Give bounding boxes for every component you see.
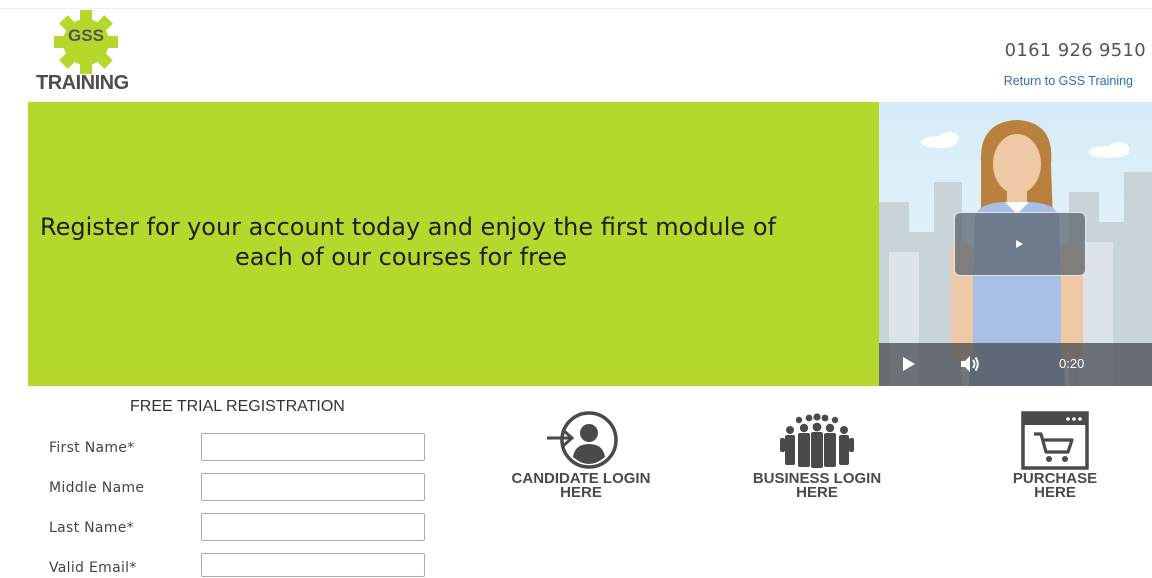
video-controls: 0:20 <box>879 343 1152 386</box>
candidate-login-button[interactable]: CANDIDATE LOGIN HERE <box>500 410 662 500</box>
business-group-icon <box>780 413 854 468</box>
play-icon[interactable] <box>903 357 915 371</box>
play-overlay-icon <box>1016 240 1023 248</box>
first-name-label: First Name* <box>49 440 135 456</box>
last-name-input[interactable] <box>201 513 425 541</box>
first-name-input[interactable] <box>201 433 425 461</box>
last-name-label: Last Name* <box>49 520 134 536</box>
logo-brand-text: TRAINING <box>36 72 129 94</box>
page: GSS TRAINING 0161 926 9510 Return to GSS… <box>0 0 1152 578</box>
video-player[interactable]: 0:20 <box>879 102 1152 386</box>
top-divider <box>0 8 1152 9</box>
purchase-label-line2: HERE <box>1034 484 1076 501</box>
candidate-login-icon <box>547 411 618 469</box>
hero-text: Register for your account today and enjo… <box>28 212 879 272</box>
purchase-button[interactable]: PURCHASE HERE <box>985 410 1125 500</box>
gss-training-logo[interactable]: GSS TRAINING <box>36 10 136 94</box>
valid-email-input[interactable] <box>201 553 425 577</box>
logo-gear-text: GSS <box>68 26 104 45</box>
return-to-gss-link[interactable]: Return to GSS Training <box>1004 74 1133 88</box>
hero-line-2: each of our courses for free <box>235 243 567 271</box>
business-login-button[interactable]: BUSINESS LOGIN HERE <box>736 410 898 500</box>
video-play-overlay[interactable] <box>954 212 1086 276</box>
volume-icon[interactable] <box>959 354 981 374</box>
middle-name-input[interactable] <box>201 473 425 501</box>
middle-name-label: Middle Name <box>49 480 145 496</box>
registration-title: FREE TRIAL REGISTRATION <box>130 398 345 415</box>
candidate-login-label-line2: HERE <box>560 484 602 501</box>
hero-banner: Register for your account today and enjo… <box>28 102 879 386</box>
shopping-cart-icon <box>1021 411 1089 470</box>
business-login-label-line2: HERE <box>796 484 838 501</box>
valid-email-label: Valid Email* <box>49 560 137 576</box>
hero-line-1: Register for your account today and enjo… <box>40 213 776 241</box>
phone-number: 0161 926 9510 <box>1004 40 1146 61</box>
video-time: 0:20 <box>1059 356 1085 371</box>
